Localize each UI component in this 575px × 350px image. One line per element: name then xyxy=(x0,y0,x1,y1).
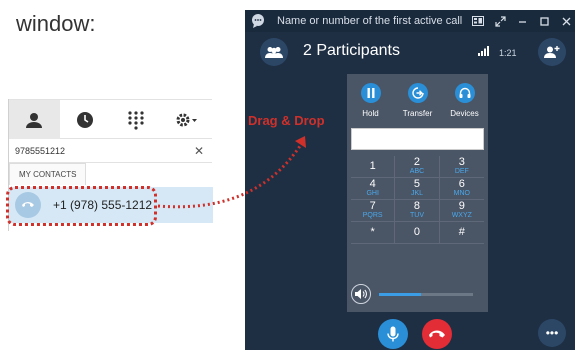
key-letters: GHI xyxy=(366,190,379,197)
signal-strength-icon xyxy=(478,46,489,56)
devices-button[interactable]: Devices xyxy=(443,83,487,125)
key-letters: PQRS xyxy=(362,212,383,219)
keypad-key[interactable]: # xyxy=(439,222,484,244)
close-button[interactable] xyxy=(557,10,575,32)
devices-label: Devices xyxy=(450,109,479,118)
keypad-key[interactable]: 4 GHI xyxy=(351,178,396,200)
key-letters: JKL xyxy=(410,190,424,197)
keypad-key[interactable]: 8 TUV xyxy=(395,200,440,222)
hang-up-button[interactable] xyxy=(422,319,452,349)
search-row[interactable]: 9785551212 ✕ xyxy=(9,139,212,163)
layout-button[interactable] xyxy=(469,10,487,32)
add-person-icon xyxy=(544,46,560,58)
keypad-key[interactable]: 5 JKL xyxy=(395,178,440,200)
key-letters: TUV xyxy=(409,212,424,219)
mute-button[interactable] xyxy=(378,319,408,349)
hold-label: Hold xyxy=(362,109,379,118)
hold-button[interactable]: Hold xyxy=(349,83,393,125)
expand-icon xyxy=(494,15,506,27)
contacts-tab-button[interactable] xyxy=(9,100,60,139)
transfer-icon xyxy=(407,83,428,103)
volume-control xyxy=(351,283,484,305)
keypad-key[interactable]: 1 xyxy=(351,156,396,178)
keypad: 1 2 ABC 3 DEF 4 GHI 5 JKL 6 MNO 7 PQRS 8 TUV 9 WXYZ * 0 # xyxy=(351,156,484,244)
keypad-key[interactable]: 6 MNO xyxy=(439,178,484,200)
hang-up-icon xyxy=(429,330,445,338)
microphone-icon xyxy=(387,326,399,342)
speaker-button[interactable] xyxy=(351,284,371,304)
keypad-key[interactable]: 0 xyxy=(395,222,440,244)
pause-icon xyxy=(360,83,381,103)
key-digit: 2 xyxy=(413,156,421,168)
key-letters: MNO xyxy=(453,190,470,197)
maximize-icon xyxy=(539,16,549,26)
headset-icon xyxy=(454,83,475,103)
key-letters: ABC xyxy=(409,168,425,175)
gear-icon xyxy=(176,113,197,126)
key-digit: 0 xyxy=(413,226,421,238)
key-digit: 6 xyxy=(458,178,465,190)
window-title: Name or number of the first active call xyxy=(277,15,463,27)
recent-tab-button[interactable] xyxy=(60,100,111,139)
add-participant-button[interactable] xyxy=(538,38,566,66)
key-digit: * xyxy=(370,226,375,238)
chat-bubble-icon xyxy=(252,14,264,28)
my-contacts-tab[interactable]: MY CONTACTS xyxy=(9,163,212,185)
call-actions: Hold Transfer Devices xyxy=(347,83,488,125)
keypad-key[interactable]: 7 PQRS xyxy=(351,200,396,222)
contacts-toolbar xyxy=(9,99,212,139)
keypad-key[interactable]: * xyxy=(351,222,396,244)
more-options-button[interactable]: ••• xyxy=(538,319,566,347)
speaker-icon xyxy=(355,289,367,299)
key-letters: WXYZ xyxy=(451,212,472,219)
drag-and-drop-label: Drag & Drop xyxy=(248,113,325,128)
key-digit: 3 xyxy=(458,156,465,168)
page-heading: window: xyxy=(16,11,96,36)
dial-number-input[interactable] xyxy=(351,128,484,150)
key-digit: 9 xyxy=(458,200,465,212)
dialpad-icon xyxy=(128,110,144,130)
keypad-key[interactable]: 3 DEF xyxy=(439,156,484,178)
key-digit: 4 xyxy=(369,178,376,190)
call-window: Name or number of the first active call … xyxy=(245,10,575,350)
call-header: 2 Participants 1:21 xyxy=(245,38,575,68)
layout-icon xyxy=(472,16,484,26)
person-icon xyxy=(26,112,43,128)
clock-icon xyxy=(77,111,94,128)
transfer-label: Transfer xyxy=(402,109,433,118)
key-digit: 7 xyxy=(369,200,376,212)
maximize-button[interactable] xyxy=(535,10,553,32)
minimize-icon xyxy=(518,20,526,23)
key-digit: 8 xyxy=(413,200,421,212)
participants-count: 2 Participants xyxy=(303,42,400,59)
clear-search-icon[interactable]: ✕ xyxy=(194,144,204,158)
minimize-button[interactable] xyxy=(513,10,531,32)
keypad-key[interactable]: 9 WXYZ xyxy=(439,200,484,222)
my-contacts-tab-label: MY CONTACTS xyxy=(9,163,87,185)
window-controls xyxy=(465,10,575,32)
dialpad-panel: Hold Transfer Devices 1 2 ABC 3 DEF 4 GHI 5 JKL 6 MN… xyxy=(347,74,488,312)
participants-button[interactable] xyxy=(260,38,288,66)
dialpad-tab-button[interactable] xyxy=(111,100,162,139)
participants-icon xyxy=(265,47,283,58)
volume-slider[interactable] xyxy=(379,292,473,296)
transfer-button[interactable]: Transfer xyxy=(396,83,440,125)
more-options-icon: ••• xyxy=(545,326,559,340)
fullscreen-button[interactable] xyxy=(491,10,509,32)
settings-button[interactable] xyxy=(161,100,212,139)
keypad-key[interactable]: 2 ABC xyxy=(395,156,440,178)
close-icon xyxy=(562,17,570,25)
search-input[interactable]: 9785551212 xyxy=(15,146,65,156)
key-digit: 5 xyxy=(413,178,421,190)
call-timer: 1:21 xyxy=(499,48,517,58)
key-digit: # xyxy=(458,226,465,238)
drag-source-highlight xyxy=(6,186,157,226)
volume-slider-fill xyxy=(379,292,422,296)
key-letters: DEF xyxy=(454,168,469,175)
key-digit: 1 xyxy=(369,160,376,172)
